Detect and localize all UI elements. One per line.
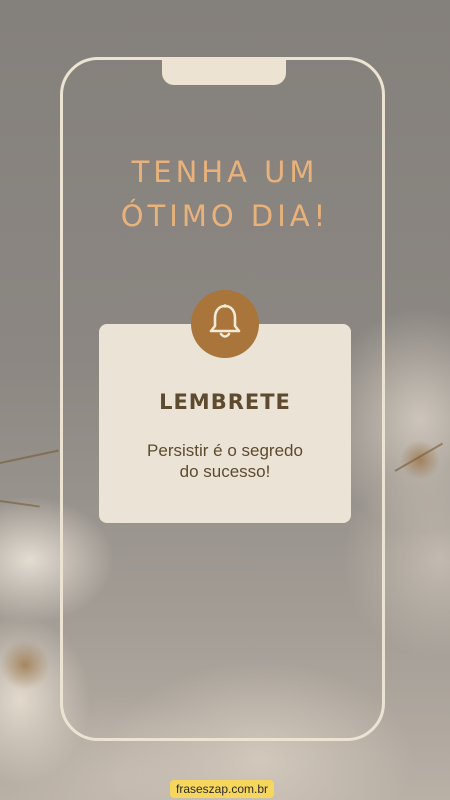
bell-icon (208, 303, 242, 345)
reminder-title: LEMBRETE (159, 390, 291, 414)
headline-line-1: TENHA UM (131, 155, 319, 189)
headline-line-2: ÓTIMO DIA! (120, 199, 330, 233)
reminder-message: Persistir é o segredo do sucesso! (99, 440, 351, 482)
phone-notch (162, 57, 286, 85)
flower-decoration (0, 640, 50, 690)
bell-badge (191, 290, 259, 358)
reminder-message-line-2: do sucesso! (179, 462, 271, 481)
site-watermark: fraseszap.com.br (170, 780, 275, 798)
reminder-message-line-1: Persistir é o segredo (147, 441, 303, 460)
